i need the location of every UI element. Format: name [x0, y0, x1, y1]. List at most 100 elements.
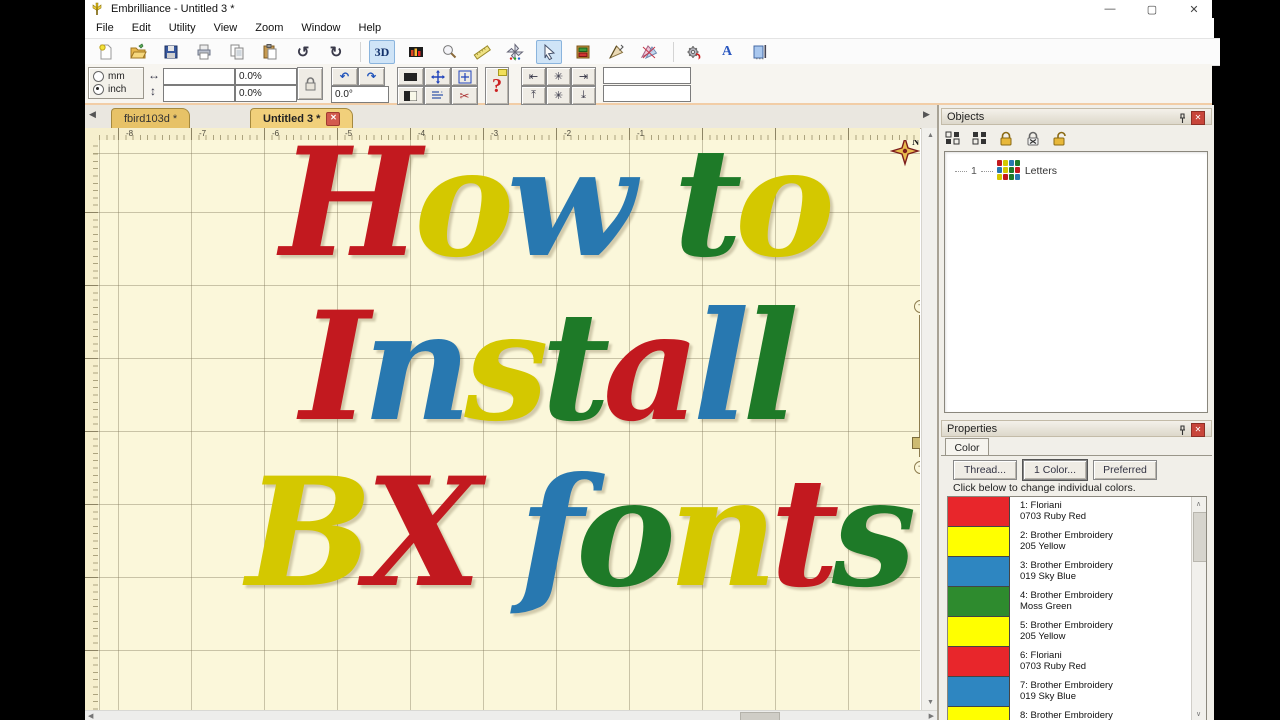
color-swatch[interactable] — [948, 587, 1010, 617]
color-swatch[interactable] — [948, 497, 1010, 527]
color-row[interactable]: 5: Brother Embroidery 205 Yellow — [948, 617, 1206, 647]
lettering-icon[interactable]: A — [715, 41, 739, 63]
print-icon[interactable] — [192, 41, 216, 63]
color-list-scrollbar[interactable]: ∧ ∨ — [1191, 497, 1206, 720]
unlock-icon[interactable] — [1051, 130, 1069, 146]
horizontal-scrollbar[interactable]: ◀ ▶ — [85, 710, 937, 720]
minimize-button[interactable]: — — [1100, 1, 1120, 17]
embroidery-line-3[interactable]: BX fonts — [246, 458, 916, 608]
color-list[interactable]: 1: Floriani 0703 Ruby Red 2: Brother Embro… — [947, 496, 1207, 720]
design-canvas[interactable]: How to Install BX fonts N + − — [98, 140, 920, 710]
panel-close-icon[interactable]: ✕ — [1191, 423, 1205, 437]
pos-x-input[interactable] — [603, 67, 691, 84]
embroidery-line-1[interactable]: How to — [280, 140, 835, 278]
compass-icon[interactable]: N — [890, 140, 920, 170]
panel-close-icon[interactable]: ✕ — [1191, 111, 1205, 125]
color-swatch[interactable] — [948, 557, 1010, 587]
menu-edit[interactable]: Edit — [123, 18, 160, 38]
tab-scroll-left-icon[interactable]: ◀ — [89, 109, 96, 120]
scroll-up-icon[interactable]: ∧ — [1196, 500, 1201, 508]
copy-icon[interactable] — [225, 41, 249, 63]
paste-icon[interactable] — [258, 41, 282, 63]
unit-inch-option[interactable]: inch — [93, 83, 139, 96]
zoom-slider-handle[interactable] — [912, 437, 920, 449]
rotation-input[interactable]: 0.0° — [331, 86, 389, 103]
zoom-out-icon[interactable]: − — [914, 461, 920, 474]
color-row[interactable]: 6: Floriani 0703 Ruby Red — [948, 647, 1206, 677]
scroll-down-icon[interactable]: ▼ — [927, 699, 934, 706]
menu-file[interactable]: File — [87, 18, 123, 38]
tab-scroll-right-icon[interactable]: ▶ — [923, 109, 930, 120]
lock-x-icon[interactable] — [1024, 130, 1042, 146]
color-swatch[interactable] — [948, 647, 1010, 677]
zoom-in-icon[interactable]: + — [914, 300, 920, 313]
hoop-view-button[interactable] — [397, 67, 424, 86]
one-color-button[interactable]: 1 Color... — [1022, 459, 1088, 481]
redo-icon[interactable]: ↻ — [324, 41, 348, 63]
thread-button[interactable]: Thread... — [953, 460, 1017, 480]
rotate-ccw-button[interactable]: ↶ — [331, 67, 358, 86]
open-file-icon[interactable] — [126, 41, 150, 63]
tab-close-icon[interactable]: ✕ — [326, 111, 341, 126]
object-properties-icon[interactable] — [571, 41, 595, 63]
color-swatch[interactable] — [948, 677, 1010, 707]
menu-window[interactable]: Window — [292, 18, 349, 38]
color-row[interactable]: 7: Brother Embroidery 019 Sky Blue — [948, 677, 1206, 707]
scroll-up-icon[interactable]: ▲ — [927, 132, 934, 139]
contrast-view-button[interactable] — [397, 86, 424, 105]
object-item-letters[interactable]: 1 Letters — [945, 152, 1207, 182]
save-icon[interactable] — [159, 41, 183, 63]
menu-zoom[interactable]: Zoom — [246, 18, 292, 38]
align-top-button[interactable]: ⤒ — [521, 86, 546, 105]
thread-colors-icon[interactable] — [404, 41, 428, 63]
help-button[interactable]: ? — [485, 67, 509, 105]
objects-list[interactable]: 1 Letters — [944, 151, 1208, 413]
stitch-order-button[interactable] — [424, 86, 451, 105]
stitch-settings-icon[interactable] — [682, 41, 706, 63]
color-swatch[interactable] — [948, 707, 1010, 720]
menu-view[interactable]: View — [205, 18, 247, 38]
width-input[interactable] — [163, 68, 235, 85]
scrollbar-thumb[interactable] — [740, 712, 780, 720]
scroll-down-icon[interactable]: ∨ — [1196, 710, 1201, 718]
color-swatch[interactable] — [948, 617, 1010, 647]
align-center-h-button[interactable]: ✳ — [546, 67, 571, 86]
unit-mm-option[interactable]: mm — [93, 70, 139, 83]
measure-icon[interactable] — [470, 41, 494, 63]
align-right-button[interactable]: ⇥ — [571, 67, 596, 86]
lock-aspect-button[interactable] — [297, 67, 323, 100]
align-center-v-button[interactable]: ✳ — [546, 86, 571, 105]
pin-icon[interactable] — [1177, 424, 1188, 436]
trim-button[interactable]: ✂ — [451, 86, 478, 105]
pin-icon[interactable] — [1177, 112, 1188, 124]
3d-view-button[interactable]: 3D — [369, 40, 395, 64]
maximize-button[interactable]: ▢ — [1142, 1, 1162, 17]
group-icon[interactable] — [943, 130, 961, 146]
color-swatch[interactable] — [948, 527, 1010, 557]
merge-file-icon[interactable] — [748, 41, 772, 63]
height-percent-input[interactable]: 0.0% — [235, 85, 297, 102]
lock-icon[interactable] — [997, 130, 1015, 146]
fit-hoop-button[interactable] — [451, 67, 478, 86]
new-file-icon[interactable] — [93, 41, 117, 63]
close-button[interactable]: ✕ — [1184, 1, 1204, 17]
color-row[interactable]: 3: Brother Embroidery 019 Sky Blue — [948, 557, 1206, 587]
tab-untitled-3[interactable]: Untitled 3 * ✕ — [250, 108, 354, 128]
merge-design-icon[interactable] — [637, 41, 661, 63]
tab-fbird103d[interactable]: fbird103d * — [111, 108, 191, 128]
color-row[interactable]: 4: Brother Embroidery Moss Green — [948, 587, 1206, 617]
reflect-design-icon[interactable] — [604, 41, 628, 63]
color-row[interactable]: 2: Brother Embroidery 205 Yellow — [948, 527, 1206, 557]
embroidery-line-2[interactable]: Install — [300, 292, 799, 442]
vertical-scrollbar[interactable]: ▲ ▼ — [921, 128, 938, 710]
stitch-simulator-icon[interactable] — [503, 41, 527, 63]
rotate-cw-button[interactable]: ↷ — [358, 67, 385, 86]
scroll-right-icon[interactable]: ▶ — [929, 712, 934, 720]
zoom-slider-track[interactable] — [919, 315, 920, 457]
color-row[interactable]: 8: Brother Embroidery — [948, 707, 1206, 720]
height-input[interactable] — [163, 85, 235, 102]
scrollbar-thumb[interactable] — [1193, 512, 1206, 562]
pos-y-input[interactable] — [603, 85, 691, 102]
align-bottom-button[interactable]: ⤓ — [571, 86, 596, 105]
color-row[interactable]: 1: Floriani 0703 Ruby Red — [948, 497, 1206, 527]
